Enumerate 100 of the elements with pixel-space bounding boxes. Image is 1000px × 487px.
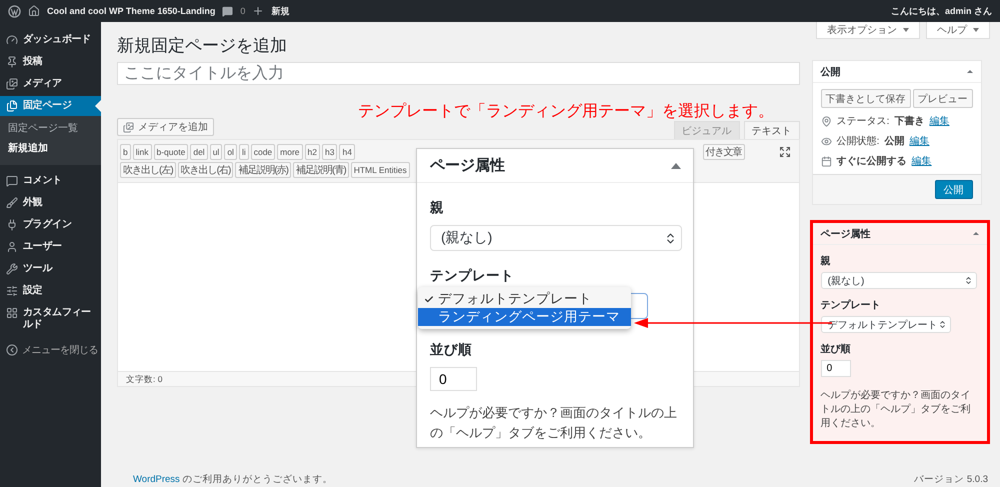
status-label: ステータス: bbox=[836, 115, 890, 128]
new-link[interactable]: 新規 bbox=[271, 4, 290, 18]
plug-icon bbox=[6, 219, 18, 231]
greeting[interactable]: こんにちは、admin さん bbox=[890, 4, 992, 18]
check-icon bbox=[424, 294, 434, 304]
sidebar-item[interactable]: 設定 bbox=[0, 281, 101, 301]
panel-title: ページ属性 bbox=[820, 228, 871, 240]
edit-link[interactable]: 編集 bbox=[929, 114, 950, 128]
panel-title: 公開 bbox=[820, 66, 841, 78]
submenu-item[interactable]: 新規追加 bbox=[0, 139, 101, 159]
user-icon bbox=[6, 241, 18, 253]
template-select[interactable]: デフォルトテンプレート bbox=[820, 316, 951, 333]
preview-button[interactable]: プレビュー bbox=[912, 89, 973, 108]
sidebar-item[interactable]: コメント bbox=[0, 171, 101, 191]
quicktag-button[interactable]: 補足説明(青) bbox=[293, 162, 349, 178]
status-value: すぐに公開する bbox=[836, 154, 907, 168]
quicktag-button[interactable]: b bbox=[120, 144, 131, 160]
quicktag-button[interactable]: b-quote bbox=[154, 144, 188, 160]
wordpress-logo-icon[interactable] bbox=[8, 4, 21, 18]
field-label: 親 bbox=[430, 199, 444, 217]
dropdown-option[interactable]: デフォルトテンプレート bbox=[418, 290, 631, 308]
field-label: 並び順 bbox=[820, 342, 851, 356]
updown-icon bbox=[938, 320, 947, 329]
quicktag-button[interactable]: 補足説明(赤) bbox=[235, 162, 292, 178]
field-label: 並び順 bbox=[430, 341, 472, 359]
field-label: テンプレート bbox=[820, 298, 881, 312]
quicktag-button[interactable]: 付き文章 bbox=[702, 144, 745, 160]
status-label: 公開状態: bbox=[836, 134, 880, 148]
add-media-button[interactable]: メディアを追加 bbox=[117, 118, 214, 136]
word-count: 文字数: 0 bbox=[126, 374, 162, 384]
gauge-icon bbox=[6, 34, 18, 46]
home-icon bbox=[28, 5, 40, 17]
calendar-icon bbox=[820, 156, 832, 166]
title-field[interactable]: ここにタイトルを入力 bbox=[117, 62, 800, 85]
help-text: ヘルプが必要ですか？画面のタイトルの上の「ヘルプ」タブをご利用ください。 bbox=[820, 388, 972, 431]
speech-bubble-icon bbox=[6, 175, 18, 187]
quicktag-button[interactable]: code bbox=[250, 144, 276, 160]
images-icon bbox=[123, 122, 134, 132]
pin-icon bbox=[6, 56, 18, 68]
sidebar-item[interactable]: メディア bbox=[0, 74, 101, 94]
quicktag-button[interactable]: h3 bbox=[322, 144, 338, 160]
sidebar-item[interactable]: 外観 bbox=[0, 193, 101, 213]
status-value: 公開 bbox=[884, 134, 904, 148]
version-text: バージョン 5.0.3 bbox=[914, 473, 988, 486]
sidebar-item[interactable]: プラグイン bbox=[0, 215, 101, 235]
fullscreen-icon[interactable] bbox=[778, 146, 791, 158]
images-icon bbox=[6, 78, 18, 90]
quicktag-button[interactable]: 吹き出し(左) bbox=[120, 162, 176, 178]
parent-select[interactable]: (親なし) bbox=[430, 225, 682, 251]
sidebar-item[interactable]: ツール bbox=[0, 259, 101, 279]
site-name-link[interactable]: Cool and cool WP Theme 1650-Landing bbox=[47, 6, 216, 16]
quicktag-button[interactable]: del bbox=[190, 144, 208, 160]
quicktag-button[interactable]: h2 bbox=[304, 144, 320, 160]
quicktag-button[interactable]: 吹き出し(右) bbox=[178, 162, 234, 178]
sliders-icon bbox=[6, 285, 18, 297]
footer-thanks: のご利用ありがとうございます。 bbox=[182, 474, 332, 485]
collapse-icon bbox=[6, 344, 18, 356]
sidebar-item[interactable]: 投稿 bbox=[0, 52, 101, 72]
order-field[interactable]: 0 bbox=[820, 360, 851, 377]
publish-button[interactable]: 公開 bbox=[934, 180, 973, 199]
quicktag-button[interactable]: HTML Entities bbox=[350, 162, 410, 178]
submenu-item[interactable]: 固定ページ一覧 bbox=[0, 119, 101, 139]
comment-icon[interactable] bbox=[222, 6, 234, 16]
sidebar-item[interactable]: ダッシュボード bbox=[0, 30, 101, 50]
edit-link[interactable]: 編集 bbox=[912, 154, 932, 168]
save-draft-button[interactable]: 下書きとして保存 bbox=[820, 89, 911, 108]
updown-icon bbox=[964, 276, 973, 285]
sidebar-item[interactable]: 固定ページ bbox=[0, 96, 101, 116]
screen-tab[interactable]: 表示オプション bbox=[816, 22, 920, 39]
brush-icon bbox=[6, 197, 18, 209]
pages-icon bbox=[6, 100, 18, 112]
comment-count: 0 bbox=[240, 6, 246, 16]
edit-link[interactable]: 編集 bbox=[909, 134, 930, 148]
quicktag-button[interactable]: li bbox=[238, 144, 249, 160]
wrench-icon bbox=[6, 263, 18, 275]
help-text: ヘルプが必要ですか？画面のタイトルの上の「ヘルプ」タブをご利用ください。 bbox=[429, 404, 678, 442]
plus-icon[interactable] bbox=[252, 5, 264, 17]
dropdown-option[interactable]: ランディングページ用テーマ bbox=[418, 308, 631, 326]
wordpress-link[interactable]: WordPress bbox=[133, 474, 180, 485]
sidebar-item[interactable]: カスタムフィールド bbox=[0, 303, 101, 335]
pin-icon bbox=[820, 116, 832, 126]
eye-icon bbox=[820, 136, 832, 146]
parent-select[interactable]: (親なし) bbox=[820, 272, 977, 289]
quicktag-button[interactable]: h4 bbox=[339, 144, 355, 160]
field-label: 親 bbox=[820, 254, 831, 268]
quicktag-button[interactable]: link bbox=[132, 144, 152, 160]
quicktag-button[interactable]: ol bbox=[224, 144, 237, 160]
popup-title: ページ属性 bbox=[430, 156, 505, 175]
sidebar-item[interactable]: ユーザー bbox=[0, 237, 101, 257]
order-field[interactable]: 0 bbox=[430, 367, 477, 391]
annotation-text: テンプレートで「ランディング用テーマ」を選択します。 bbox=[358, 102, 774, 121]
quicktag-button[interactable]: more bbox=[277, 144, 303, 160]
screen-tab[interactable]: ヘルプ bbox=[926, 22, 990, 39]
quicktag-button[interactable]: ul bbox=[210, 144, 222, 160]
editor-tab[interactable]: テキスト bbox=[744, 121, 800, 139]
page-title: 新規固定ページを追加 bbox=[117, 35, 287, 57]
field-label: テンプレート bbox=[430, 267, 514, 285]
grid-icon bbox=[6, 307, 18, 319]
collapse-menu-button[interactable]: メニューを閉じる bbox=[0, 337, 101, 363]
status-value: 下書き bbox=[894, 114, 924, 128]
